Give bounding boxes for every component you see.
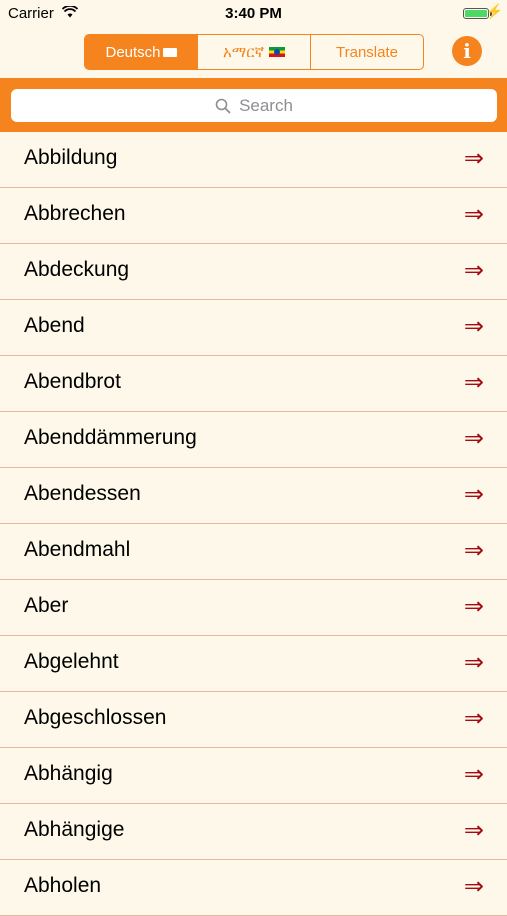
word-list: Abbildung ⇒ Abbrechen ⇒ Abdeckung ⇒ Abend ⇒ … bbox=[0, 132, 507, 916]
word-label: Abhängig bbox=[24, 762, 113, 785]
arrow-right-icon: ⇒ bbox=[463, 480, 484, 508]
arrow-right-icon: ⇒ bbox=[463, 368, 484, 396]
word-label: Abdeckung bbox=[24, 258, 130, 281]
list-item[interactable]: Abendessen ⇒ bbox=[0, 468, 507, 524]
search-bar: Search bbox=[0, 78, 507, 132]
language-segmented-control: Deutsch አማርኛ Translate bbox=[84, 34, 424, 70]
segment-translate-label: Translate bbox=[336, 43, 398, 61]
segment-deutsch[interactable]: Deutsch bbox=[85, 35, 198, 69]
word-label: Abbrechen bbox=[24, 202, 126, 225]
list-item[interactable]: Abendmahl ⇒ bbox=[0, 524, 507, 580]
arrow-right-icon: ⇒ bbox=[463, 312, 484, 340]
arrow-right-icon: ⇒ bbox=[463, 816, 484, 844]
segment-deutsch-label: Deutsch bbox=[105, 43, 161, 61]
arrow-right-icon: ⇒ bbox=[463, 704, 484, 732]
list-item[interactable]: Abbildung ⇒ bbox=[0, 132, 507, 188]
segment-translate[interactable]: Translate bbox=[311, 35, 423, 69]
list-item[interactable]: Abgelehnt ⇒ bbox=[0, 636, 507, 692]
word-label: Abhängige bbox=[24, 818, 125, 841]
info-icon: i bbox=[463, 39, 471, 63]
list-item[interactable]: Abgeschlossen ⇒ bbox=[0, 692, 507, 748]
search-placeholder: Search bbox=[239, 95, 293, 115]
word-label: Abenddämmerung bbox=[24, 426, 197, 449]
arrow-right-icon: ⇒ bbox=[463, 256, 484, 284]
list-item[interactable]: Aber ⇒ bbox=[0, 580, 507, 636]
info-button[interactable]: i bbox=[452, 36, 482, 66]
word-label: Abbildung bbox=[24, 146, 118, 169]
arrow-right-icon: ⇒ bbox=[463, 592, 484, 620]
segment-amharic[interactable]: አማርኛ bbox=[198, 35, 311, 69]
list-item[interactable]: Abbrechen ⇒ bbox=[0, 188, 507, 244]
word-label: Abendessen bbox=[24, 482, 141, 505]
arrow-right-icon: ⇒ bbox=[463, 424, 484, 452]
word-label: Abend bbox=[24, 314, 85, 337]
word-label: Abgelehnt bbox=[24, 650, 119, 673]
word-label: Abgeschlossen bbox=[24, 706, 167, 729]
list-item[interactable]: Abenddämmerung ⇒ bbox=[0, 412, 507, 468]
ethiopian-flag-icon bbox=[269, 47, 286, 57]
word-label: Abendmahl bbox=[24, 538, 131, 561]
list-item[interactable]: Abdeckung ⇒ bbox=[0, 244, 507, 300]
word-label: Aber bbox=[24, 594, 69, 617]
arrow-right-icon: ⇒ bbox=[463, 760, 484, 788]
arrow-right-icon: ⇒ bbox=[463, 200, 484, 228]
list-item[interactable]: Abend ⇒ bbox=[0, 300, 507, 356]
navigation-bar: Deutsch አማርኛ Translate i bbox=[0, 28, 507, 78]
word-label: Abholen bbox=[24, 874, 102, 897]
arrow-right-icon: ⇒ bbox=[463, 648, 484, 676]
list-item[interactable]: Abhängig ⇒ bbox=[0, 748, 507, 804]
list-item[interactable]: Abhängige ⇒ bbox=[0, 804, 507, 860]
arrow-right-icon: ⇒ bbox=[463, 536, 484, 564]
arrow-right-icon: ⇒ bbox=[463, 872, 484, 900]
list-item[interactable]: Abendbrot ⇒ bbox=[0, 356, 507, 412]
word-label: Abendbrot bbox=[24, 370, 121, 393]
segment-amharic-label: አማርኛ bbox=[222, 43, 265, 61]
charging-bolt-icon: ⚡ bbox=[485, 3, 503, 19]
search-input[interactable]: Search bbox=[11, 89, 497, 122]
clock: 3:40 PM bbox=[225, 5, 282, 22]
arrow-right-icon: ⇒ bbox=[463, 144, 484, 172]
status-bar: Carrier 3:40 PM ⚡ bbox=[0, 0, 507, 28]
german-flag-icon bbox=[162, 47, 177, 57]
search-icon bbox=[215, 98, 231, 113]
list-item[interactable]: Abholen ⇒ bbox=[0, 860, 507, 916]
